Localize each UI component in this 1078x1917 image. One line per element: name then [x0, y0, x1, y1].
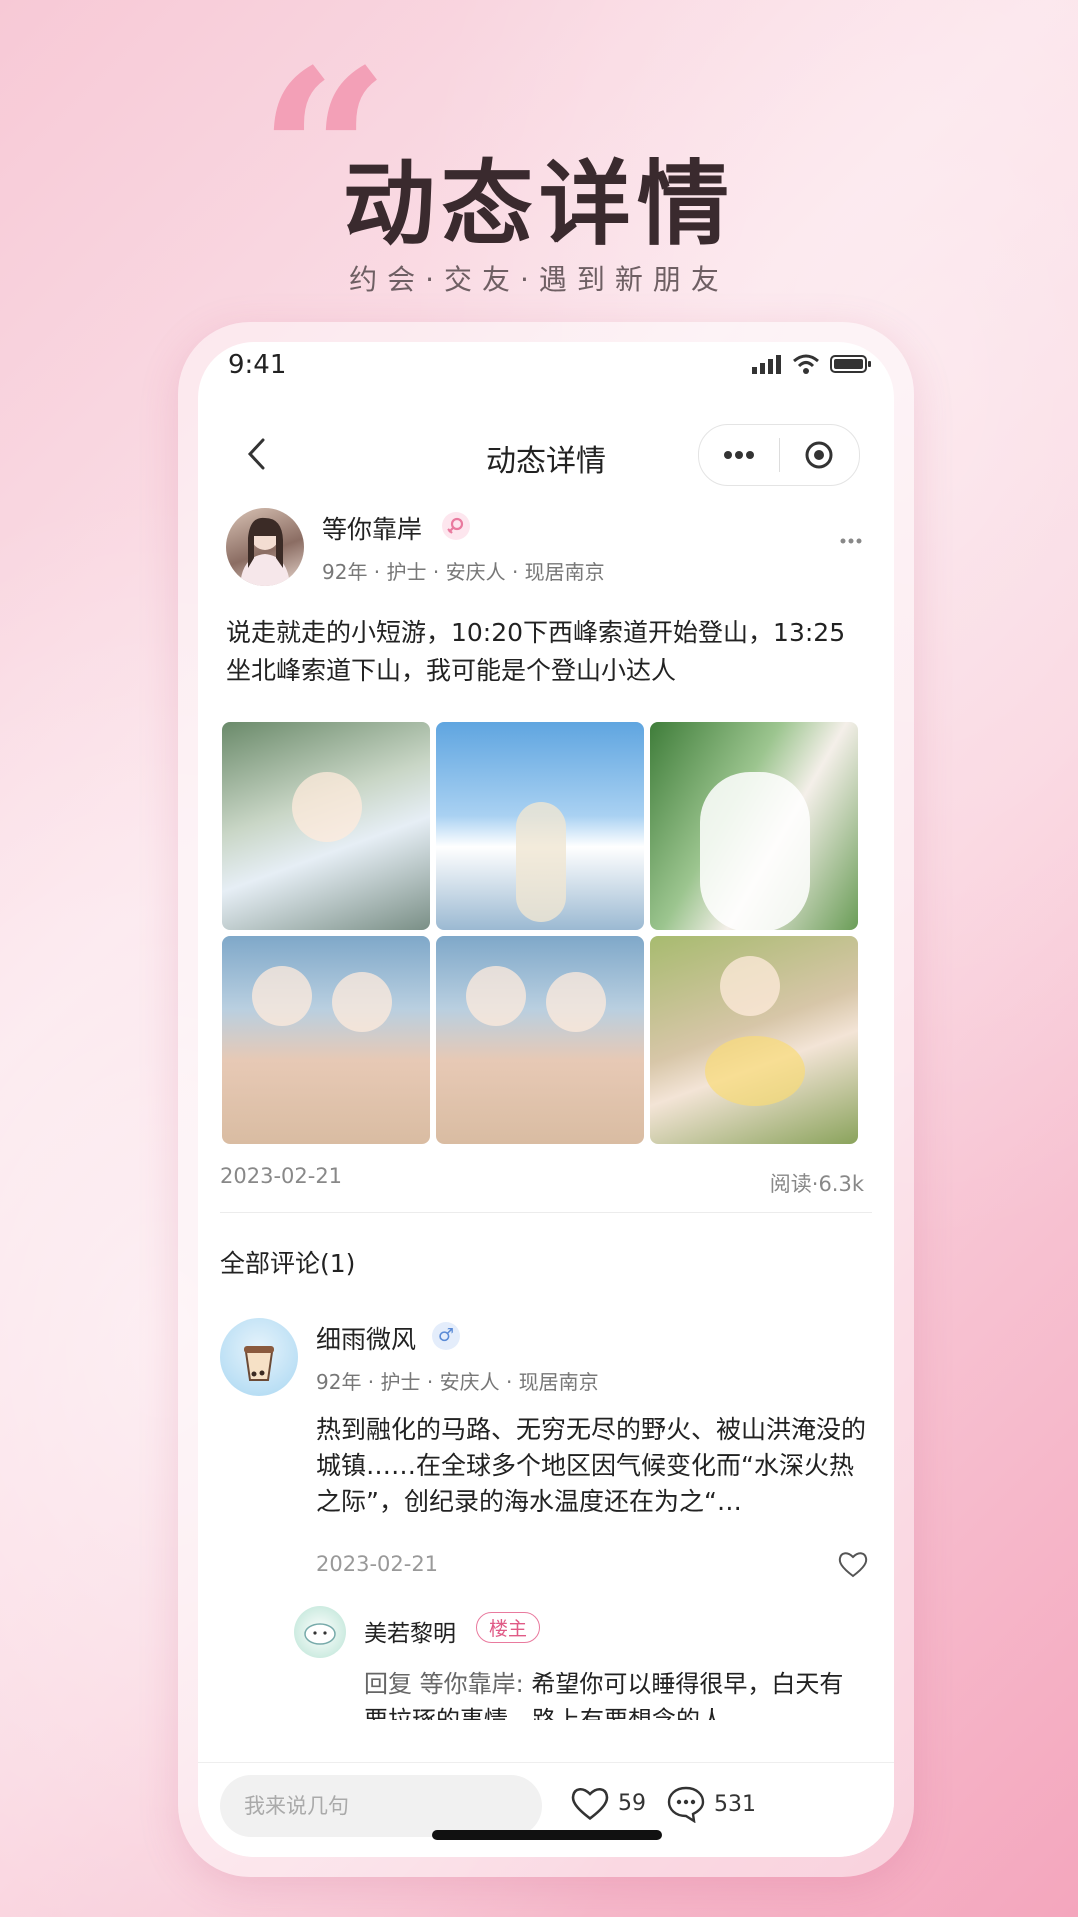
photo-subject: [292, 772, 362, 842]
comment-button[interactable]: 531: [666, 1785, 756, 1823]
owner-tag: 楼主: [476, 1612, 541, 1643]
photo-subject: [466, 966, 526, 1026]
author-avatar[interactable]: [226, 508, 304, 586]
photo-thumbnail[interactable]: [222, 722, 430, 930]
status-icons: [752, 354, 872, 374]
author-meta: 92年 · 护士 · 安庆人 · 现居南京: [322, 560, 605, 584]
more-button[interactable]: [699, 425, 779, 485]
photo-thumbnail[interactable]: [436, 936, 644, 1144]
comment-count: 531: [714, 1791, 756, 1817]
hero-subtitle: 约会·交友·遇到新朋友: [349, 263, 729, 296]
chat-bubble-icon: [667, 1786, 705, 1823]
scroll-fade: [198, 1730, 894, 1762]
commenter-name[interactable]: 细雨微风: [316, 1320, 416, 1356]
signal-icon: [752, 355, 781, 374]
comments-title: 全部评论(1): [220, 1249, 356, 1278]
post-more-icon[interactable]: [840, 538, 862, 544]
author-name[interactable]: 等你靠岸: [322, 510, 422, 546]
wifi-icon: [793, 354, 819, 374]
photo-grid: [222, 722, 872, 1144]
photo-thumbnail[interactable]: [436, 722, 644, 930]
male-gender-icon: ♂: [432, 1322, 460, 1350]
like-count: 59: [618, 1790, 646, 1816]
female-gender-icon: [442, 512, 470, 540]
commenter-avatar[interactable]: [220, 1318, 298, 1396]
comment-text: 热到融化的马路、无穷无尽的野火、被山洪淹没的城镇……在全球多个地区因气候变化而“…: [316, 1415, 867, 1516]
cloud-mascot-icon: [304, 1623, 336, 1645]
comment-date: 2023-02-21: [316, 1552, 439, 1576]
more-dots-icon: [723, 451, 754, 459]
heart-icon: [571, 1788, 609, 1821]
target-circle-icon: [805, 441, 833, 469]
photo-subject: [516, 802, 566, 922]
navbar: 动态详情: [198, 422, 894, 492]
photo-thumbnail[interactable]: [222, 936, 430, 1144]
phone-screen: 9:41 动态详情 等你靠岸 92年 · 护士 · 安庆人 · 现居南京 说走就…: [198, 342, 894, 1857]
miniapp-capsule: [698, 424, 860, 486]
home-indicator: [432, 1830, 662, 1840]
reply-prefix: 回复 等你靠岸:: [364, 1670, 524, 1698]
comment-like-icon[interactable]: [838, 1550, 868, 1578]
person-silhouette-icon: [240, 517, 290, 586]
comment-input[interactable]: 我来说几句: [220, 1775, 542, 1837]
post-author: 等你靠岸 92年 · 护士 · 安庆人 · 现居南京: [226, 508, 866, 588]
post-date: 2023-02-21: [220, 1164, 343, 1188]
status-time: 9:41: [228, 350, 287, 380]
hero-title: 动态详情: [342, 151, 735, 258]
photo-subject: [700, 772, 810, 930]
photo-subject: [705, 1036, 805, 1106]
divider: [220, 1212, 872, 1213]
reply-text: 回复 等你靠岸: 希望你可以睡得很早，白天有要拉琢的事情，路上有要想念的人: [364, 1666, 864, 1720]
photo-subject: [720, 956, 780, 1016]
bottom-bar: 我来说几句 59 531: [198, 1762, 894, 1857]
photo-thumbnail[interactable]: [650, 936, 858, 1144]
reply-avatar[interactable]: [294, 1606, 346, 1658]
photo-subject: [332, 972, 392, 1032]
reply-author-name[interactable]: 美若黎明: [364, 1614, 456, 1648]
battery-icon: [830, 355, 871, 373]
photo-subject: [252, 966, 312, 1026]
photo-subject: [546, 972, 606, 1032]
commenter-meta: 92年 · 护士 · 安庆人 · 现居南京: [316, 1370, 599, 1394]
post-text: 说走就走的小短游，10:20下西峰索道开始登山，13:25坐北峰索道下山，我可能…: [226, 618, 846, 685]
like-button[interactable]: 59: [570, 1785, 646, 1821]
bubble-tea-icon: [244, 1346, 274, 1381]
photo-thumbnail[interactable]: [650, 722, 858, 930]
read-count: 阅读·6.3k: [769, 1172, 864, 1196]
close-miniapp-button[interactable]: [780, 425, 860, 485]
